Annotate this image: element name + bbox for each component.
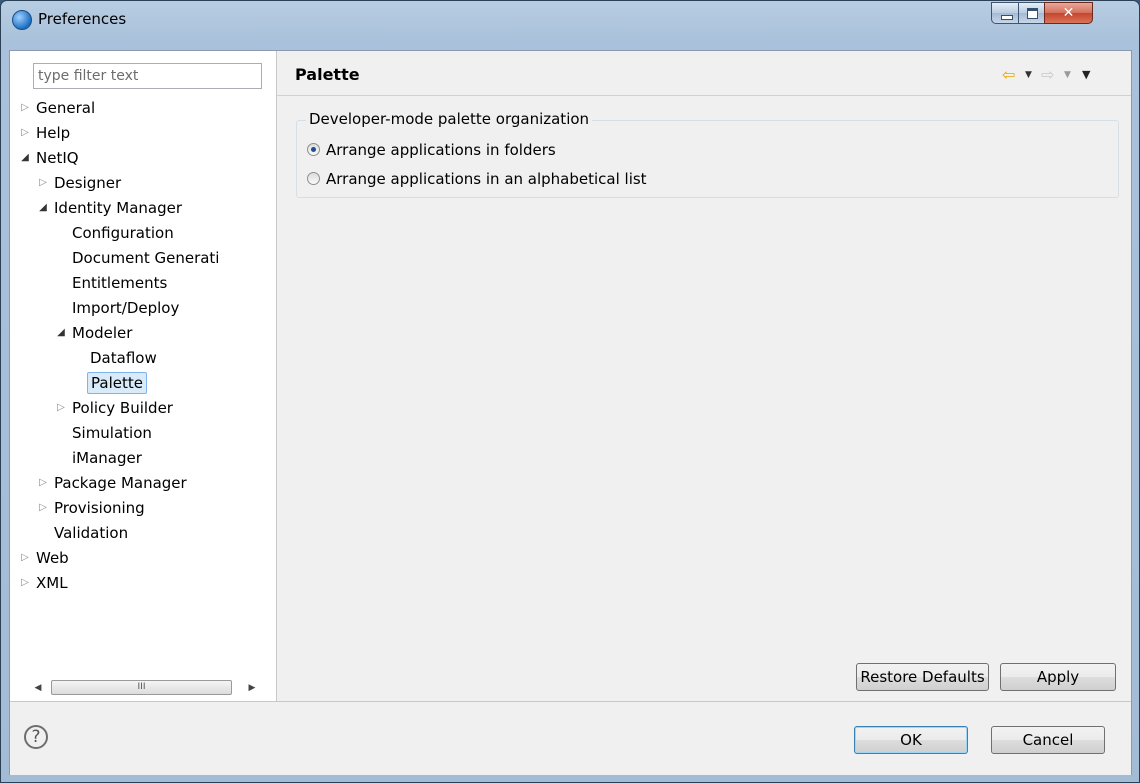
collapsed-arrow-icon[interactable]: ▷ (37, 472, 49, 494)
tree-item-label: XML (36, 574, 68, 592)
forward-history-dropdown-icon[interactable]: ▼ (1064, 65, 1071, 85)
group-title: Developer-mode palette organization (306, 110, 593, 128)
collapsed-arrow-icon[interactable]: ▷ (19, 97, 31, 119)
page-title: Palette (295, 65, 360, 84)
view-menu-icon[interactable]: ▼ (1082, 65, 1090, 85)
tree-item-label: Palette (87, 372, 147, 394)
collapsed-arrow-icon[interactable]: ▷ (19, 547, 31, 569)
tree-item-label: Validation (54, 524, 129, 542)
collapsed-arrow-icon[interactable]: ▷ (37, 172, 49, 194)
radio-label: Arrange applications in an alphabetical … (326, 170, 647, 188)
tree-item-label: Simulation (72, 424, 152, 442)
tree-item-label: Dataflow (90, 349, 157, 367)
tree-item-label: Package Manager (54, 474, 187, 492)
collapsed-arrow-icon[interactable]: ▷ (55, 397, 67, 419)
tree-item-label: iManager (72, 449, 142, 467)
expanded-arrow-icon[interactable]: ◢ (19, 147, 31, 169)
dialog-button-bar: ? OK Cancel (10, 701, 1131, 775)
restore-defaults-button[interactable]: Restore Defaults (856, 663, 989, 691)
tree-item-label: Import/Deploy (72, 299, 180, 317)
collapsed-arrow-icon[interactable]: ▷ (19, 122, 31, 144)
tree-item-label: Entitlements (72, 274, 168, 292)
page-header: Palette ⇦ ▼ ⇨ ▼ ▼ (277, 51, 1131, 96)
tree-item-label: Help (36, 124, 71, 142)
radio-label: Arrange applications in folders (326, 141, 556, 159)
dialog-client-area: ▷ General ▷ Help ◢ NetIQ ▷ Designer ◢ Identity Ma… (9, 50, 1132, 775)
preferences-window: Preferences ✕ ▷ General ▷ Help ◢ NetIQ ▷ Design… (0, 0, 1140, 783)
tree-item-label: Provisioning (54, 499, 145, 517)
minimize-button[interactable] (991, 2, 1019, 24)
tree-item-label: Document Generati (72, 249, 220, 267)
apply-button[interactable]: Apply (1000, 663, 1116, 691)
forward-arrow-icon[interactable]: ⇨ (1041, 65, 1054, 85)
preference-tree-pane: ▷ General ▷ Help ◢ NetIQ ▷ Designer ◢ Identity Ma… (10, 51, 277, 701)
tree-item-label: Identity Manager (54, 199, 183, 217)
back-history-dropdown-icon[interactable]: ▼ (1025, 65, 1032, 85)
ok-button[interactable]: OK (854, 726, 968, 754)
app-icon (12, 10, 32, 30)
palette-organization-group: Developer-mode palette organization Arra… (296, 110, 1119, 198)
help-icon[interactable]: ? (24, 725, 48, 749)
filter-input[interactable] (33, 63, 262, 89)
tree-item-label: General (36, 99, 96, 117)
tree-item-label: Configuration (72, 224, 174, 242)
collapsed-arrow-icon[interactable]: ▷ (37, 497, 49, 519)
expanded-arrow-icon[interactable]: ◢ (55, 322, 67, 344)
cancel-button[interactable]: Cancel (991, 726, 1105, 754)
scroll-right-icon[interactable]: ▶ (244, 679, 260, 697)
scroll-left-icon[interactable]: ◀ (30, 679, 46, 697)
tree-item-label: Policy Builder (72, 399, 173, 417)
scrollbar-thumb[interactable]: III (51, 680, 232, 695)
expanded-arrow-icon[interactable]: ◢ (37, 197, 49, 219)
close-button[interactable]: ✕ (1044, 2, 1093, 24)
collapsed-arrow-icon[interactable]: ▷ (19, 572, 31, 594)
maximize-button[interactable] (1018, 2, 1045, 24)
radio-button-unchecked[interactable] (307, 172, 320, 185)
back-arrow-icon[interactable]: ⇦ (1002, 65, 1015, 85)
close-icon: ✕ (1062, 5, 1075, 21)
tree-item-label: NetIQ (36, 149, 79, 167)
window-title: Preferences (38, 10, 127, 28)
horizontal-scrollbar[interactable]: ◀ III ▶ (30, 679, 262, 697)
preference-page: Palette ⇦ ▼ ⇨ ▼ ▼ Developer-mode palette… (277, 51, 1131, 701)
title-bar[interactable]: Preferences ✕ (1, 1, 1139, 41)
tree-item-label: Modeler (72, 324, 133, 342)
tree-item-label: Designer (54, 174, 122, 192)
tree-item-label: Web (36, 549, 69, 567)
radio-button-checked[interactable] (307, 143, 320, 156)
